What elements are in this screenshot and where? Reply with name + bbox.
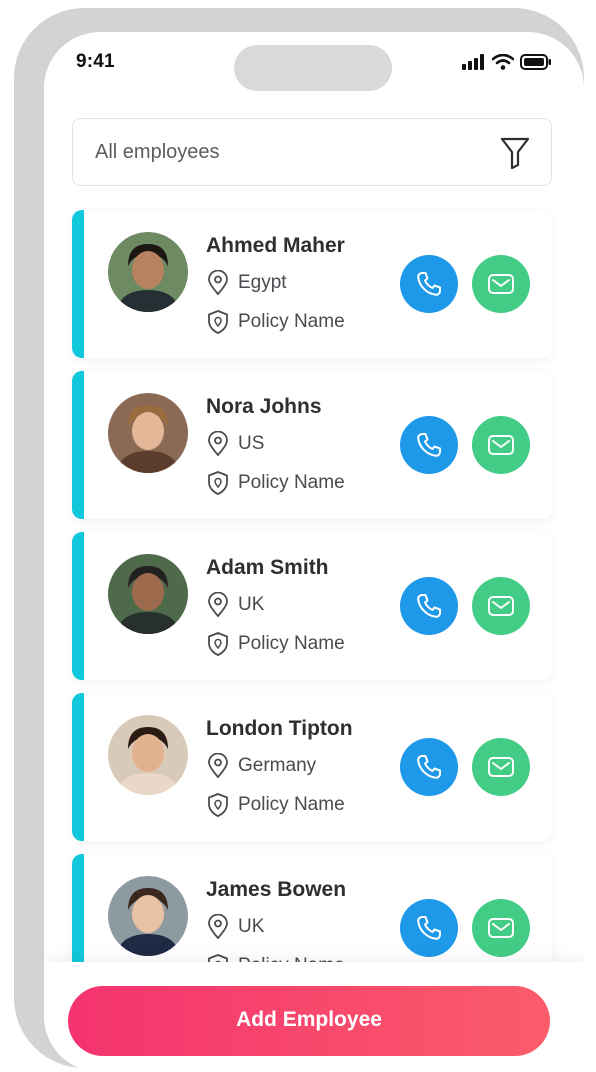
add-employee-button[interactable]: Add Employee: [68, 986, 550, 1056]
call-button[interactable]: [400, 577, 458, 635]
location-pin-icon: [206, 431, 230, 457]
status-time: 9:41: [76, 51, 115, 72]
call-button[interactable]: [400, 255, 458, 313]
shield-pin-icon: [206, 470, 230, 496]
shield-pin-icon: [206, 792, 230, 818]
battery-icon: [520, 54, 551, 70]
avatar: [108, 876, 188, 956]
mail-icon: [488, 757, 514, 777]
avatar: [108, 715, 188, 795]
employee-name: Adam Smith: [206, 556, 329, 579]
status-bar: 9:41: [44, 32, 584, 112]
mail-icon: [488, 435, 514, 455]
shield-pin-icon: [206, 631, 230, 657]
avatar-photo: [108, 232, 188, 312]
call-button[interactable]: [400, 899, 458, 957]
employee-card[interactable]: Nora Johns US Policy Name: [72, 371, 552, 519]
filter-label: All employees: [95, 141, 220, 163]
add-employee-label: Add Employee: [236, 1008, 382, 1031]
phone-frame: 9:41 All employees Ahmed Maher Egypt Pol…: [14, 8, 584, 1072]
employee-name: London Tipton: [206, 717, 353, 740]
card-accent-bar: [72, 532, 84, 680]
status-icons: [462, 54, 552, 70]
location-row: Germany: [206, 753, 316, 779]
mail-icon: [488, 596, 514, 616]
employee-card[interactable]: Ahmed Maher Egypt Policy Name: [72, 210, 552, 358]
policy-row: Policy Name: [206, 470, 345, 496]
filter-icon[interactable]: [499, 136, 531, 170]
employee-policy: Policy Name: [238, 472, 345, 493]
email-button[interactable]: [472, 738, 530, 796]
phone-icon: [417, 272, 441, 296]
card-accent-bar: [72, 371, 84, 519]
location-pin-icon: [206, 914, 230, 940]
employee-policy: Policy Name: [238, 794, 345, 815]
email-button[interactable]: [472, 416, 530, 474]
employee-location: US: [238, 433, 265, 454]
phone-icon: [417, 433, 441, 457]
employee-name: Ahmed Maher: [206, 234, 345, 257]
wifi-icon: [492, 54, 514, 70]
employee-filter-field[interactable]: All employees: [72, 118, 552, 186]
dynamic-island: [234, 45, 392, 91]
location-row: UK: [206, 914, 264, 940]
employee-card[interactable]: Adam Smith UK Policy Name: [72, 532, 552, 680]
location-row: Egypt: [206, 270, 287, 296]
policy-row: Policy Name: [206, 631, 345, 657]
avatar-photo: [108, 554, 188, 634]
phone-icon: [417, 594, 441, 618]
shield-pin-icon: [206, 309, 230, 335]
location-pin-icon: [206, 592, 230, 618]
screen: 9:41 All employees Ahmed Maher Egypt Pol…: [44, 32, 584, 1072]
avatar-photo: [108, 393, 188, 473]
mail-icon: [488, 274, 514, 294]
avatar-photo: [108, 715, 188, 795]
card-accent-bar: [72, 693, 84, 841]
avatar: [108, 232, 188, 312]
avatar: [108, 393, 188, 473]
signal-icon: [462, 54, 484, 70]
phone-icon: [417, 916, 441, 940]
employee-name: James Bowen: [206, 878, 347, 901]
phone-icon: [417, 755, 441, 779]
email-button[interactable]: [472, 577, 530, 635]
policy-row: Policy Name: [206, 792, 345, 818]
email-button[interactable]: [472, 255, 530, 313]
location-pin-icon: [206, 270, 230, 296]
employee-name: Nora Johns: [206, 395, 322, 418]
employee-policy: Policy Name: [238, 311, 345, 332]
avatar-photo: [108, 876, 188, 956]
employee-location: UK: [238, 594, 265, 615]
location-pin-icon: [206, 753, 230, 779]
policy-row: Policy Name: [206, 309, 345, 335]
call-button[interactable]: [400, 416, 458, 474]
location-row: US: [206, 431, 264, 457]
employee-location: Egypt: [238, 272, 287, 293]
card-accent-bar: [72, 210, 84, 358]
bottom-panel: Add Employee: [44, 962, 584, 1072]
avatar: [108, 554, 188, 634]
email-button[interactable]: [472, 899, 530, 957]
employee-location: Germany: [238, 755, 317, 776]
employee-policy: Policy Name: [238, 633, 345, 654]
call-button[interactable]: [400, 738, 458, 796]
employee-list: Ahmed Maher Egypt Policy Name Nora Johns…: [72, 210, 552, 1015]
employee-location: UK: [238, 916, 265, 937]
location-row: UK: [206, 592, 264, 618]
employee-card[interactable]: London Tipton Germany Policy Name: [72, 693, 552, 841]
mail-icon: [488, 918, 514, 938]
